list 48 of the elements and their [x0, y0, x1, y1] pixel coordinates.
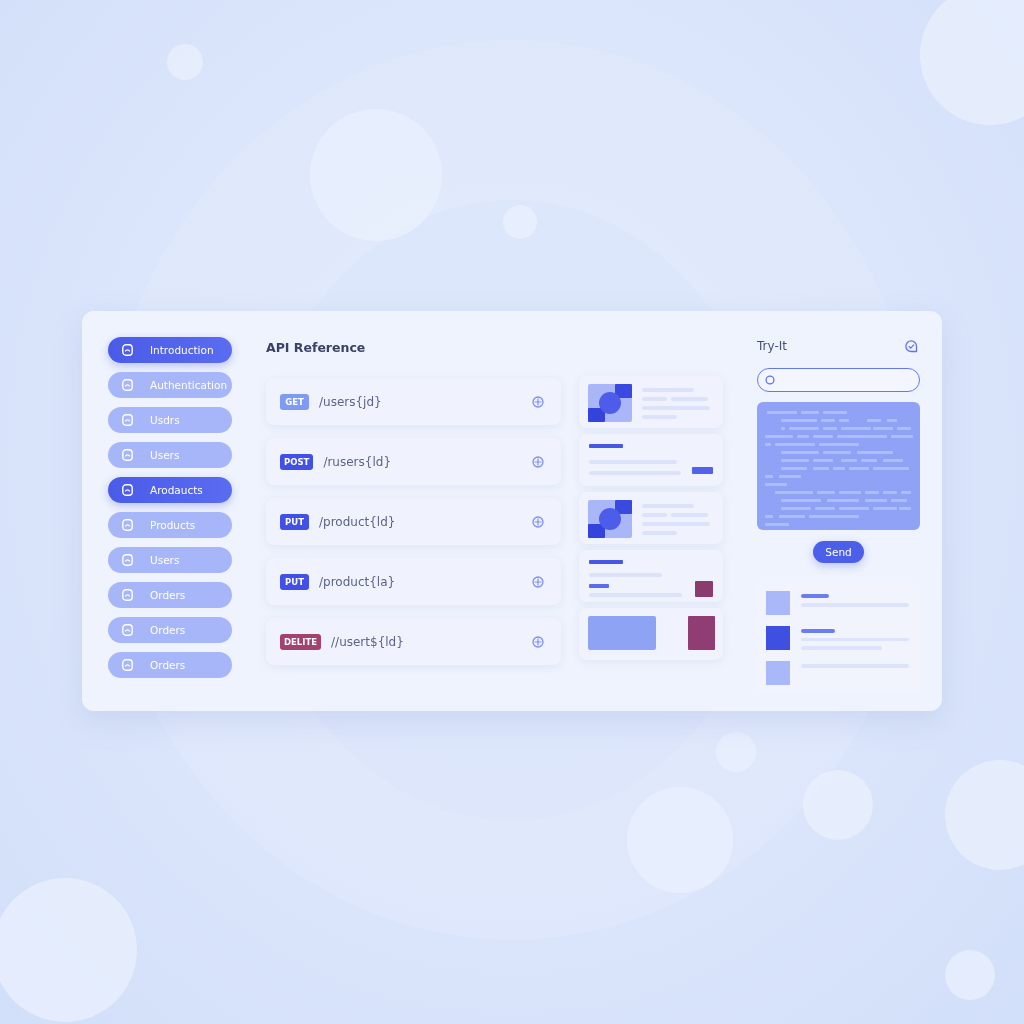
tile-icon: [122, 484, 133, 496]
circle-plus-icon[interactable]: [532, 455, 544, 468]
endpoint-card[interactable]: DELITE //usert${ld}: [266, 618, 561, 665]
input-field[interactable]: [757, 368, 920, 392]
tile-icon: [122, 589, 133, 601]
circle-plus-icon[interactable]: [532, 395, 544, 408]
endpoint-path: /product{la}: [319, 574, 396, 589]
nav-item[interactable]: Arodaucts: [108, 477, 232, 503]
section-title: API Reference: [266, 340, 366, 356]
result-row[interactable]: [766, 626, 911, 650]
endpoint-path: /users{jd}: [319, 394, 382, 409]
accent-line: [801, 629, 835, 633]
tile-icon: [122, 379, 133, 391]
endpoint-card[interactable]: GET /users{jd}: [266, 378, 561, 425]
send-button[interactable]: Send: [813, 541, 864, 563]
abstract-image-drawing: [588, 384, 632, 422]
accent-bar: [692, 467, 713, 474]
result-row[interactable]: [766, 591, 911, 615]
endpoint-card[interactable]: PUT /product{la}: [266, 558, 561, 605]
tile-icon: [122, 624, 133, 636]
circle-plus-icon[interactable]: [532, 575, 544, 588]
accent-line: [801, 594, 829, 598]
tile-icon: [122, 414, 133, 426]
nav-item[interactable]: Introduction: [108, 337, 232, 363]
image-placeholder: [588, 616, 656, 650]
tile-icon: [122, 519, 133, 531]
endpoint-path: /product{ld}: [319, 514, 396, 529]
panel-title: Try-It: [757, 339, 787, 353]
endpoint-card[interactable]: POST /rusers{ld}: [266, 438, 561, 485]
tile-icon: [122, 449, 133, 461]
endpoint-path: /rusers{ld}: [323, 454, 391, 469]
abstract-image-drawing: [588, 500, 632, 538]
method-badge: POST: [280, 453, 314, 470]
tile-icon: [122, 554, 133, 566]
circle-plus-icon[interactable]: [532, 515, 544, 528]
circle-plus-icon[interactable]: [532, 635, 544, 648]
method-badge: GET: [280, 393, 309, 410]
tile-icon: [122, 659, 133, 671]
endpoint-card[interactable]: PUT /product{ld}: [266, 498, 561, 545]
swatch-icon: [688, 616, 715, 650]
method-badge: DELITE: [280, 633, 322, 650]
check-bubble-icon[interactable]: [905, 339, 918, 353]
endpoint-path: //usert${ld}: [331, 634, 404, 649]
circle-icon: [765, 375, 775, 385]
swatch-icon: [695, 581, 713, 597]
tile-icon: [122, 344, 133, 356]
method-badge: PUT: [280, 573, 309, 590]
method-badge: PUT: [280, 513, 309, 530]
